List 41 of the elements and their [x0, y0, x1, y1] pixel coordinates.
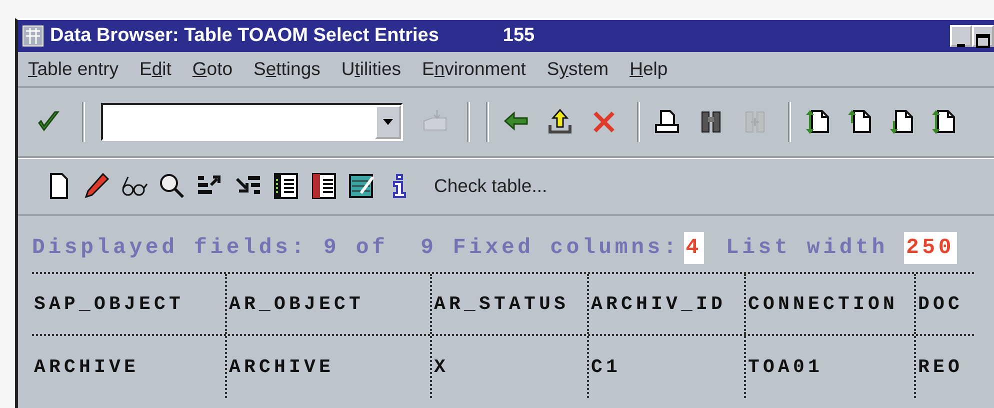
- marked-list-icon: [309, 171, 339, 201]
- column-header: AR_OBJECT: [227, 274, 432, 334]
- info-label: Displayed fields:: [32, 234, 308, 262]
- menu-item[interactable]: Settings: [254, 55, 320, 83]
- caret-icon: [383, 119, 393, 125]
- menu-item[interactable]: Table entry: [28, 55, 118, 83]
- info-label: Fixed columns:: [452, 234, 680, 262]
- command-field[interactable]: [101, 103, 403, 141]
- minimize-icon: [957, 44, 965, 47]
- table-cell-text: REO: [917, 354, 964, 380]
- field-count: 9 of 9: [323, 234, 437, 262]
- maximize-icon: [976, 34, 990, 48]
- table-cell: ARCHIVE: [32, 336, 227, 398]
- menu-item[interactable]: System: [546, 55, 609, 83]
- list-icon: [271, 171, 301, 201]
- column-header: SAP_OBJECT: [32, 274, 227, 334]
- column-header: CONNECTION: [746, 274, 916, 334]
- app-icon: [22, 25, 44, 47]
- entry-count: 155: [502, 24, 535, 48]
- dropdown-button[interactable]: [375, 105, 401, 139]
- info-label: List width: [726, 234, 888, 262]
- fixed-columns-value: 4: [684, 232, 704, 264]
- minimize-button[interactable]: [950, 25, 972, 47]
- table-cell: ARCHIVE: [227, 336, 432, 398]
- list-width-value: 250: [904, 232, 957, 264]
- table-cell: C1: [589, 336, 746, 398]
- table-cell: TOA01: [746, 336, 916, 398]
- menu-item[interactable]: Goto: [192, 55, 232, 83]
- menu-item[interactable]: Help: [630, 55, 668, 83]
- table-cell: X: [432, 336, 589, 398]
- search-icon: [157, 171, 187, 201]
- check-table-button[interactable]: Check table...: [434, 172, 548, 200]
- menu-item[interactable]: Utilities: [341, 55, 401, 83]
- column-header: DOC: [917, 292, 964, 317]
- column-header: AR_STATUS: [432, 274, 589, 334]
- window-title: Data Browser: Table TOAOM Select Entries: [50, 24, 439, 48]
- menu-item[interactable]: Edit: [140, 55, 172, 83]
- maximize-button[interactable]: [972, 25, 994, 47]
- column-header: ARCHIV_ID: [589, 274, 746, 334]
- edit-list-icon: [347, 171, 377, 201]
- menu-item[interactable]: Environment: [422, 55, 526, 83]
